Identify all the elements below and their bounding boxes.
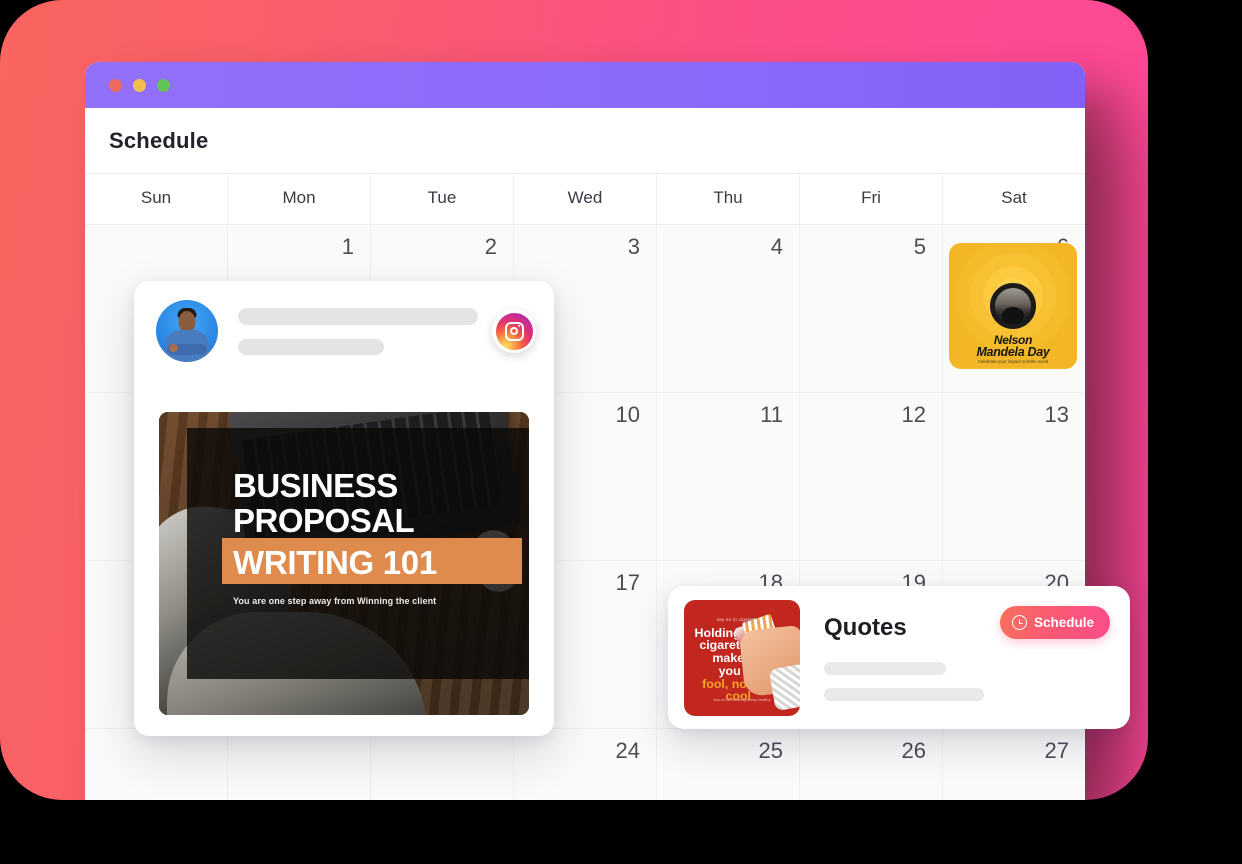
post-preview-card[interactable]: BUSINESS PROPOSAL WRITING 101 You are on… bbox=[134, 281, 554, 736]
day-header-sat: Sat bbox=[1001, 188, 1027, 207]
skeleton-line bbox=[824, 688, 984, 701]
day-number: 11 bbox=[760, 402, 783, 427]
post-image-overlay: BUSINESS PROPOSAL WRITING 101 You are on… bbox=[187, 428, 529, 679]
day-number: 2 bbox=[484, 234, 497, 259]
calendar-day-cell[interactable]: 12 bbox=[800, 393, 943, 560]
calendar-day-cell[interactable] bbox=[85, 729, 228, 800]
post-headline-line2: PROPOSAL bbox=[233, 502, 415, 539]
day-header-fri: Fri bbox=[800, 174, 943, 224]
day-number: 5 bbox=[913, 234, 926, 259]
maximize-icon[interactable] bbox=[157, 78, 170, 92]
day-number: 1 bbox=[341, 234, 354, 259]
close-icon[interactable] bbox=[109, 78, 122, 92]
avatar-head bbox=[178, 311, 196, 332]
event-card-mandela-day[interactable]: Nelson Mandela Day Celebrate your impact… bbox=[949, 243, 1077, 369]
instagram-glyph bbox=[504, 321, 524, 341]
schedule-button[interactable]: Schedule bbox=[999, 606, 1110, 639]
thumbnail-top-text: say no to cigarette day bbox=[716, 616, 768, 622]
day-number: 24 bbox=[615, 738, 640, 763]
calendar-day-cell[interactable]: 26 bbox=[800, 729, 943, 800]
calendar-day-cell[interactable]: 25 bbox=[657, 729, 800, 800]
quotes-card[interactable]: say no to cigarette day Holding a cigare… bbox=[668, 586, 1130, 729]
thumbnail-bottom-text: say no to smoking\nstay healthy bbox=[713, 696, 771, 702]
day-number: 17 bbox=[615, 570, 640, 595]
day-number: 4 bbox=[770, 234, 783, 259]
day-header-mon: Mon bbox=[228, 174, 371, 224]
clock-icon bbox=[1011, 615, 1027, 630]
avatar bbox=[156, 300, 218, 362]
day-header-sun: Sun bbox=[85, 174, 228, 224]
window-titlebar bbox=[85, 62, 1085, 108]
screenshot-stage: Schedule Sun Mon Tue Wed Thu Fri Sat 1 2… bbox=[0, 0, 1242, 864]
minimize-icon[interactable] bbox=[133, 78, 146, 92]
calendar-day-cell[interactable]: 27 bbox=[943, 729, 1085, 800]
calendar-week-row: 24 25 26 27 bbox=[85, 729, 1085, 800]
day-number: 26 bbox=[901, 738, 926, 763]
skeleton-line bbox=[238, 307, 478, 325]
day-header-thu: Thu bbox=[657, 174, 800, 224]
day-number: 10 bbox=[615, 402, 640, 427]
day-number: 12 bbox=[901, 402, 926, 427]
post-caption: You are one step away from Winning the c… bbox=[233, 596, 437, 606]
calendar-day-cell[interactable] bbox=[371, 729, 514, 800]
calendar-day-cell[interactable]: 13 bbox=[943, 393, 1085, 560]
event-title-line2: Mandela Day bbox=[976, 345, 1050, 359]
post-image[interactable]: BUSINESS PROPOSAL WRITING 101 You are on… bbox=[159, 412, 529, 715]
sleeve-cuff bbox=[768, 662, 800, 711]
day-number: 13 bbox=[1044, 402, 1069, 427]
calendar-day-cell[interactable]: 24 bbox=[514, 729, 657, 800]
post-author-placeholder bbox=[238, 307, 478, 355]
calendar-day-cell[interactable]: 4 bbox=[657, 225, 800, 392]
calendar-day-cell[interactable] bbox=[228, 729, 371, 800]
calendar-day-cell[interactable]: 11 bbox=[657, 393, 800, 560]
day-header-tue: Tue bbox=[371, 174, 514, 224]
skeleton-line bbox=[824, 662, 946, 675]
avatar-hand bbox=[169, 344, 178, 352]
post-header bbox=[134, 281, 554, 362]
day-number: 27 bbox=[1044, 738, 1069, 763]
instagram-gradient bbox=[495, 312, 533, 350]
schedule-button-label: Schedule bbox=[1033, 615, 1094, 630]
post-headline-line1: BUSINESS bbox=[233, 467, 398, 504]
day-number: 25 bbox=[758, 738, 783, 763]
calendar-day-cell[interactable]: 6 Nelson Mandela Day Celebrate your impa… bbox=[943, 225, 1085, 392]
event-subtitle: Celebrate your impact on\nthe world bbox=[977, 359, 1049, 364]
calendar-day-cell[interactable]: 5 bbox=[800, 225, 943, 392]
page-title: Schedule bbox=[109, 127, 209, 153]
mandela-portrait-icon bbox=[990, 283, 1036, 329]
post-highlight-text: WRITING 101 bbox=[233, 544, 437, 581]
app-header: Schedule bbox=[85, 108, 1085, 173]
day-number: 3 bbox=[627, 234, 640, 259]
instagram-icon[interactable] bbox=[492, 309, 536, 353]
quotes-thumbnail[interactable]: say no to cigarette day Holding a cigare… bbox=[684, 599, 800, 716]
calendar-day-headers: Sun Mon Tue Wed Thu Fri Sat bbox=[85, 173, 1085, 225]
post-highlight-bar: WRITING 101 bbox=[222, 538, 522, 584]
day-header-wed: Wed bbox=[514, 174, 657, 224]
skeleton-line bbox=[238, 338, 385, 355]
